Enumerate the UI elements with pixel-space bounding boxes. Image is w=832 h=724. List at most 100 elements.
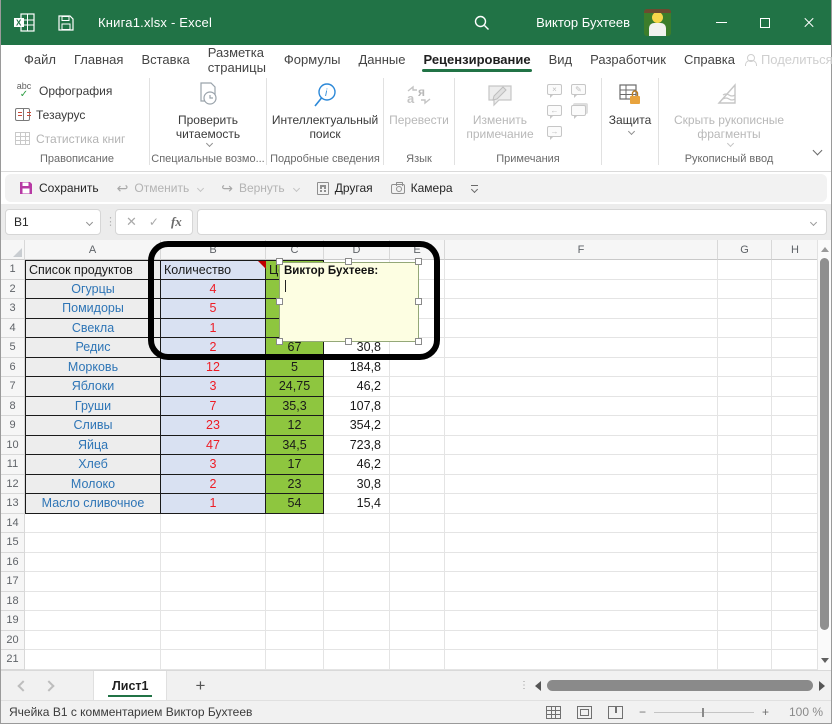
cell-A12[interactable]: Молоко xyxy=(25,475,161,495)
cell-A1[interactable]: Список продуктов xyxy=(25,260,161,280)
cell-B5[interactable]: 2 xyxy=(161,338,266,358)
cell-G4[interactable] xyxy=(718,319,772,339)
cell-G10[interactable] xyxy=(718,436,772,456)
column-header-E[interactable]: E xyxy=(390,240,445,260)
column-header-B[interactable]: B xyxy=(161,240,266,260)
cell-B4[interactable]: 1 xyxy=(161,319,266,339)
collapse-ribbon-button[interactable] xyxy=(811,144,821,159)
cell-A4[interactable]: Свекла xyxy=(25,319,161,339)
row-header-5[interactable]: 5 xyxy=(1,338,25,358)
cell-H13[interactable] xyxy=(772,494,819,514)
scrollbar-resize-handle[interactable]: ⋮ xyxy=(519,684,527,687)
cell-A11[interactable]: Хлеб xyxy=(25,455,161,475)
comment-handle[interactable] xyxy=(345,338,352,345)
cell-A16[interactable] xyxy=(25,553,161,573)
cell-G18[interactable] xyxy=(718,592,772,612)
cell-E12[interactable] xyxy=(390,475,445,495)
cell-F5[interactable] xyxy=(445,338,718,358)
avatar[interactable] xyxy=(644,9,671,36)
cell-B13[interactable]: 1 xyxy=(161,494,266,514)
cell-H7[interactable] xyxy=(772,377,819,397)
cell-C18[interactable] xyxy=(266,592,324,612)
cell-A3[interactable]: Помидоры xyxy=(25,299,161,319)
cell-H15[interactable] xyxy=(772,533,819,553)
cell-F12[interactable] xyxy=(445,475,718,495)
cell-A21[interactable] xyxy=(25,650,161,670)
tab-file[interactable]: Файл xyxy=(15,45,65,74)
cell-B12[interactable]: 2 xyxy=(161,475,266,495)
cell-G13[interactable] xyxy=(718,494,772,514)
search-icon[interactable] xyxy=(473,14,490,31)
cell-G3[interactable] xyxy=(718,299,772,319)
cell-H12[interactable] xyxy=(772,475,819,495)
tab-review[interactable]: Рецензирование xyxy=(414,45,539,74)
insert-function-button[interactable]: fx xyxy=(171,214,182,230)
tab-formulas[interactable]: Формулы xyxy=(275,45,350,74)
cell-G11[interactable] xyxy=(718,455,772,475)
row-header-11[interactable]: 11 xyxy=(1,455,25,475)
cell-H1[interactable] xyxy=(772,260,819,280)
comment-handle[interactable] xyxy=(345,258,352,265)
tab-developer[interactable]: Разработчик xyxy=(581,45,675,74)
cell-G9[interactable] xyxy=(718,416,772,436)
scroll-down-icon[interactable] xyxy=(821,658,829,663)
user-name[interactable]: Виктор Бухтеев xyxy=(536,15,630,30)
cell-G15[interactable] xyxy=(718,533,772,553)
cell-E9[interactable] xyxy=(390,416,445,436)
cell-E15[interactable] xyxy=(390,533,445,553)
cell-F14[interactable] xyxy=(445,514,718,534)
cell-E18[interactable] xyxy=(390,592,445,612)
cell-E11[interactable] xyxy=(390,455,445,475)
close-button[interactable] xyxy=(787,0,831,45)
qat-camera-button[interactable]: Камера xyxy=(391,181,453,195)
cell-G7[interactable] xyxy=(718,377,772,397)
cell-H9[interactable] xyxy=(772,416,819,436)
column-header-C[interactable]: C xyxy=(266,240,324,260)
row-header-16[interactable]: 16 xyxy=(1,553,25,573)
cell-C20[interactable] xyxy=(266,631,324,651)
cell-F21[interactable] xyxy=(445,650,718,670)
comment-handle[interactable] xyxy=(276,258,283,265)
vertical-scrollbar[interactable] xyxy=(817,240,831,670)
cell-G21[interactable] xyxy=(718,650,772,670)
row-header-18[interactable]: 18 xyxy=(1,592,25,612)
cell-G16[interactable] xyxy=(718,553,772,573)
cell-C10[interactable]: 34,5 xyxy=(266,436,324,456)
cell-E20[interactable] xyxy=(390,631,445,651)
row-header-12[interactable]: 12 xyxy=(1,475,25,495)
cell-D12[interactable]: 30,8 xyxy=(324,475,390,495)
cell-H10[interactable] xyxy=(772,436,819,456)
cell-F3[interactable] xyxy=(445,299,718,319)
cell-A19[interactable] xyxy=(25,611,161,631)
comment-handle[interactable] xyxy=(415,258,422,265)
cell-C7[interactable]: 24,75 xyxy=(266,377,324,397)
cell-B11[interactable]: 3 xyxy=(161,455,266,475)
comment-box[interactable]: Виктор Бухтеев: xyxy=(279,262,419,342)
cell-E16[interactable] xyxy=(390,553,445,573)
cell-H5[interactable] xyxy=(772,338,819,358)
thesaurus-button[interactable]: Тезаурус xyxy=(11,104,143,125)
cell-C15[interactable] xyxy=(266,533,324,553)
cell-D13[interactable]: 15,4 xyxy=(324,494,390,514)
cell-B17[interactable] xyxy=(161,572,266,592)
cell-H2[interactable] xyxy=(772,280,819,300)
column-header-D[interactable]: D xyxy=(324,240,390,260)
comment-handle[interactable] xyxy=(415,298,422,305)
row-header-7[interactable]: 7 xyxy=(1,377,25,397)
horizontal-scrollbar[interactable] xyxy=(535,680,825,691)
cell-A8[interactable]: Груши xyxy=(25,397,161,417)
maximize-button[interactable] xyxy=(743,0,787,45)
comment-handle[interactable] xyxy=(415,338,422,345)
next-sheet-icon[interactable] xyxy=(43,680,54,691)
save-icon[interactable] xyxy=(58,15,74,31)
horizontal-scroll-thumb[interactable] xyxy=(547,680,813,691)
cell-B2[interactable]: 4 xyxy=(161,280,266,300)
cell-B14[interactable] xyxy=(161,514,266,534)
cell-G14[interactable] xyxy=(718,514,772,534)
previous-sheet-icon[interactable] xyxy=(17,680,28,691)
row-header-1[interactable]: 1 xyxy=(1,260,25,280)
qat-save-button[interactable]: Сохранить xyxy=(19,181,99,195)
cell-E21[interactable] xyxy=(390,650,445,670)
cell-H11[interactable] xyxy=(772,455,819,475)
cell-D15[interactable] xyxy=(324,533,390,553)
